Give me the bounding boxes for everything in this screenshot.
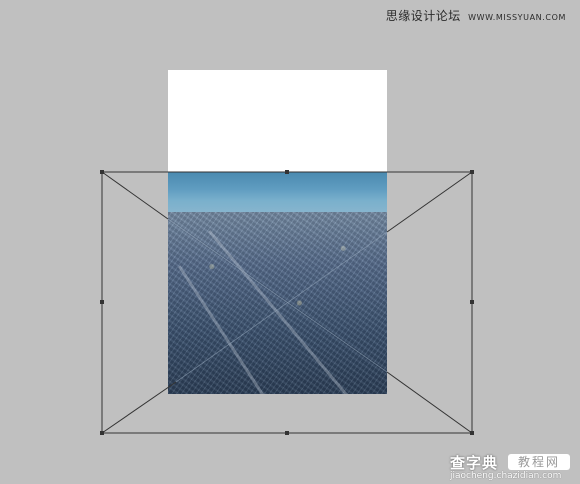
transform-handle-bottom-middle[interactable] <box>285 431 289 435</box>
bottom-watermark: 查字典 教程网 jiaocheng.chazidian.com <box>450 452 574 482</box>
transform-diagonal <box>386 171 473 233</box>
footer-url-text: jiaocheng.chazidian.com <box>450 471 562 481</box>
footer-brand-text: 查字典 <box>450 454 499 472</box>
transform-inner-diagonal <box>175 231 388 383</box>
transform-handle-top-left[interactable] <box>100 170 104 174</box>
transform-handle-middle-left[interactable] <box>100 300 104 304</box>
transform-inner-diagonal <box>167 218 388 373</box>
transform-handle-bottom-left[interactable] <box>100 431 104 435</box>
transform-handle-bottom-right[interactable] <box>470 431 474 435</box>
transform-diagonal <box>101 171 169 220</box>
transform-overlay <box>100 170 474 435</box>
transform-diagonal <box>101 381 177 434</box>
transform-diagonal <box>386 371 473 434</box>
transform-handle-top-middle[interactable] <box>285 170 289 174</box>
footer-tag-text: 教程网 <box>508 454 570 470</box>
transform-handle-middle-right[interactable] <box>470 300 474 304</box>
transform-handle-top-right[interactable] <box>470 170 474 174</box>
